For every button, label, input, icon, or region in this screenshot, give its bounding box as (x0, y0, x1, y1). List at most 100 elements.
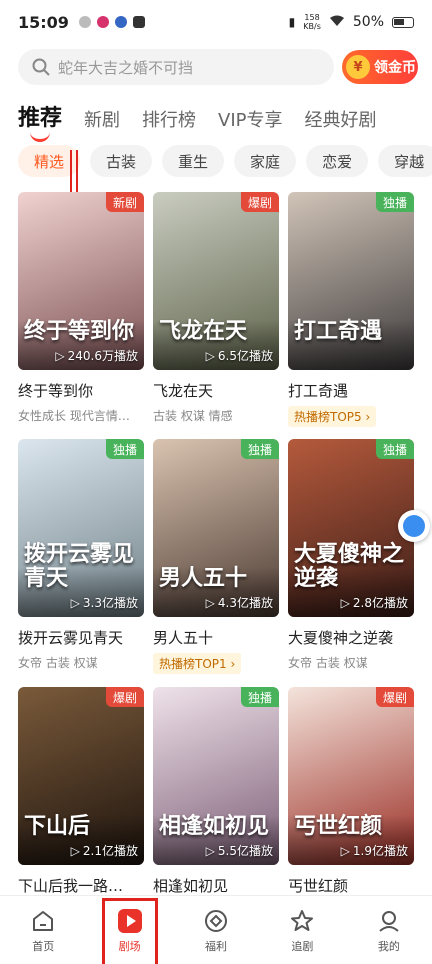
search-row: 蛇年大吉之婚不可挡 ¥ 领金币 (18, 48, 418, 86)
drama-card[interactable]: 大夏傻神之逆袭 独播 ▷ 2.8亿播放 大夏傻神之逆袭 女帝 古装 权谋 (288, 439, 414, 671)
chip-time-travel[interactable]: 穿越 (378, 145, 432, 177)
tab-recommend[interactable]: 推荐 (18, 100, 62, 142)
tab-ranking[interactable]: 排行榜 (142, 106, 196, 138)
drama-card[interactable]: 拨开云雾见青天 独播 ▷ 3.3亿播放拨开云雾见青天女帝 古装 权谋 (18, 439, 144, 671)
nav-welfare[interactable]: 福利 (173, 896, 259, 964)
drama-poster[interactable]: 飞龙在天 爆剧 ▷ 6.5亿播放 (153, 192, 279, 370)
floating-dot-icon (403, 515, 425, 537)
drama-title[interactable]: 飞龙在天 (153, 380, 279, 401)
floating-assist-button[interactable] (398, 510, 430, 542)
drama-badge: 独播 (240, 687, 279, 707)
ranking-tag-text: 热播榜TOP5 (294, 410, 362, 424)
chip-romance[interactable]: 恋爱 (306, 145, 369, 177)
play-count-text: 2.1亿播放 (82, 844, 138, 858)
chevron-right-icon: › (365, 410, 371, 424)
drama-badge: 爆剧 (375, 687, 414, 707)
drama-badge: 爆剧 (240, 192, 279, 212)
drama-poster[interactable]: 拨开云雾见青天 独播 ▷ 3.3亿播放 (18, 439, 144, 617)
play-count-icon: ▷ (205, 595, 215, 610)
drama-poster[interactable]: 大夏傻神之逆袭 独播 ▷ 2.8亿播放 (288, 439, 414, 617)
drama-title[interactable]: 下山后我一路… (18, 875, 144, 896)
chevron-right-icon: › (230, 657, 236, 671)
app-notification-icon-2 (114, 16, 127, 28)
drama-card[interactable]: 丐世红颜 爆剧 ▷ 1.9亿播放 丐世红颜 (288, 687, 414, 896)
poster-title-art: 大夏傻神之逆袭 (294, 542, 405, 591)
star-icon (290, 907, 314, 935)
ranking-tag[interactable]: 热播榜TOP1 › (153, 653, 242, 674)
search-input[interactable]: 蛇年大吉之婚不可挡 (18, 49, 334, 85)
poster-title-art: 相逢如初见 (159, 814, 270, 839)
poster-title-art: 打工奇遇 (294, 319, 383, 344)
home-icon (31, 907, 55, 935)
drama-title[interactable]: 相逢如初见 (153, 875, 279, 896)
drama-poster[interactable]: 男人五十 独播 ▷ 4.3亿播放 (153, 439, 279, 617)
play-count-icon: ▷ (340, 595, 350, 610)
drama-poster[interactable]: 丐世红颜 爆剧 ▷ 1.9亿播放 (288, 687, 414, 865)
drama-poster[interactable]: 打工奇遇 独播 (288, 192, 414, 370)
nav-welfare-label: 福利 (205, 939, 228, 953)
drama-card[interactable]: 飞龙在天 爆剧 ▷ 6.5亿播放 飞龙在天 古装 权谋 情感 (153, 192, 279, 424)
play-count: ▷ 240.6万播放 (55, 347, 138, 364)
drama-card[interactable]: 男人五十 独播 ▷ 4.3亿播放 男人五十 热播榜TOP1 › (153, 439, 279, 674)
nav-home-label: 首页 (32, 939, 55, 953)
coin-icon: ¥ (346, 55, 370, 79)
drama-poster[interactable]: 下山后 爆剧 ▷ 2.1亿播放 (18, 687, 144, 865)
nav-theater[interactable]: 剧场 (86, 896, 172, 964)
drama-title[interactable]: 打工奇遇 (288, 380, 414, 401)
play-count-text: 5.5亿播放 (217, 844, 273, 858)
drama-title[interactable]: 拨开云雾见青天 (18, 627, 144, 648)
notification-icon (78, 16, 91, 28)
get-coins-label: 领金币 (374, 60, 416, 76)
chip-costume[interactable]: 古装 (90, 145, 153, 177)
drama-title[interactable]: 丐世红颜 (288, 875, 414, 896)
play-count-icon: ▷ (70, 595, 80, 610)
drama-tags: 女帝 古装 权谋 (18, 656, 98, 670)
play-count-icon: ▷ (55, 348, 65, 363)
status-bar: 15:09 ▮ 158 KB/s 50% (0, 0, 432, 44)
tab-new[interactable]: 新剧 (84, 106, 120, 138)
drama-poster[interactable]: 终于等到你 新剧 ▷ 240.6万播放 (18, 192, 144, 370)
get-coins-button[interactable]: ¥ 领金币 (342, 50, 418, 84)
play-count: ▷ 3.3亿播放 (71, 594, 138, 611)
play-count: ▷ 6.5亿播放 (206, 347, 273, 364)
chip-family[interactable]: 家庭 (234, 145, 297, 177)
drama-card[interactable]: 终于等到你 新剧 ▷ 240.6万播放 终于等到你 女性成长 现代言情… (18, 192, 144, 424)
nav-follow[interactable]: 追剧 (259, 896, 345, 964)
play-count-text: 6.5亿播放 (217, 349, 273, 363)
nav-me[interactable]: 我的 (346, 896, 432, 964)
battery-icon (392, 16, 414, 28)
vibrate-icon: ▮ (288, 15, 296, 29)
play-count: ▷ 5.5亿播放 (206, 842, 273, 859)
poster-title-art: 男人五十 (159, 566, 248, 591)
drama-badge: 独播 (375, 192, 414, 212)
chip-rebirth[interactable]: 重生 (162, 145, 225, 177)
search-icon (32, 58, 50, 76)
play-count-icon: ▷ (205, 348, 215, 363)
play-count-text: 4.3亿播放 (217, 596, 273, 610)
tab-vip[interactable]: VIP专享 (218, 106, 282, 138)
network-speed-value: 158 (304, 13, 320, 22)
play-count-text: 240.6万播放 (67, 349, 138, 363)
ranking-tag[interactable]: 热播榜TOP5 › (288, 406, 377, 427)
drama-poster[interactable]: 相逢如初见 独播 ▷ 5.5亿播放 (153, 687, 279, 865)
drama-title[interactable]: 大夏傻神之逆袭 (288, 627, 414, 648)
bottom-nav: 首页 剧场 福利 追剧 我的 (0, 895, 432, 964)
battery-percent: 50% (352, 14, 384, 30)
play-count-text: 1.9亿播放 (352, 844, 408, 858)
drama-card[interactable]: 相逢如初见 独播 ▷ 5.5亿播放 相逢如初见 (153, 687, 279, 896)
play-count-icon: ▷ (205, 843, 215, 858)
play-count: ▷ 1.9亿播放 (341, 842, 408, 859)
drama-card[interactable]: 下山后 爆剧 ▷ 2.1亿播放下山后我一路… (18, 687, 144, 896)
message-icon (132, 16, 145, 28)
drama-tags: 女帝 古装 权谋 (288, 656, 368, 670)
status-time: 15:09 (18, 12, 69, 32)
drama-tags: 古装 权谋 情感 (153, 409, 233, 423)
nav-home[interactable]: 首页 (0, 896, 86, 964)
drama-badge: 独播 (375, 439, 414, 459)
tab-classic[interactable]: 经典好剧 (305, 106, 377, 138)
drama-card[interactable]: 打工奇遇 独播打工奇遇热播榜TOP5 › (288, 192, 414, 427)
search-placeholder: 蛇年大吉之婚不可挡 (58, 58, 194, 77)
poster-title-art: 终于等到你 (24, 319, 135, 344)
drama-title[interactable]: 终于等到你 (18, 380, 144, 401)
drama-title[interactable]: 男人五十 (153, 627, 279, 648)
